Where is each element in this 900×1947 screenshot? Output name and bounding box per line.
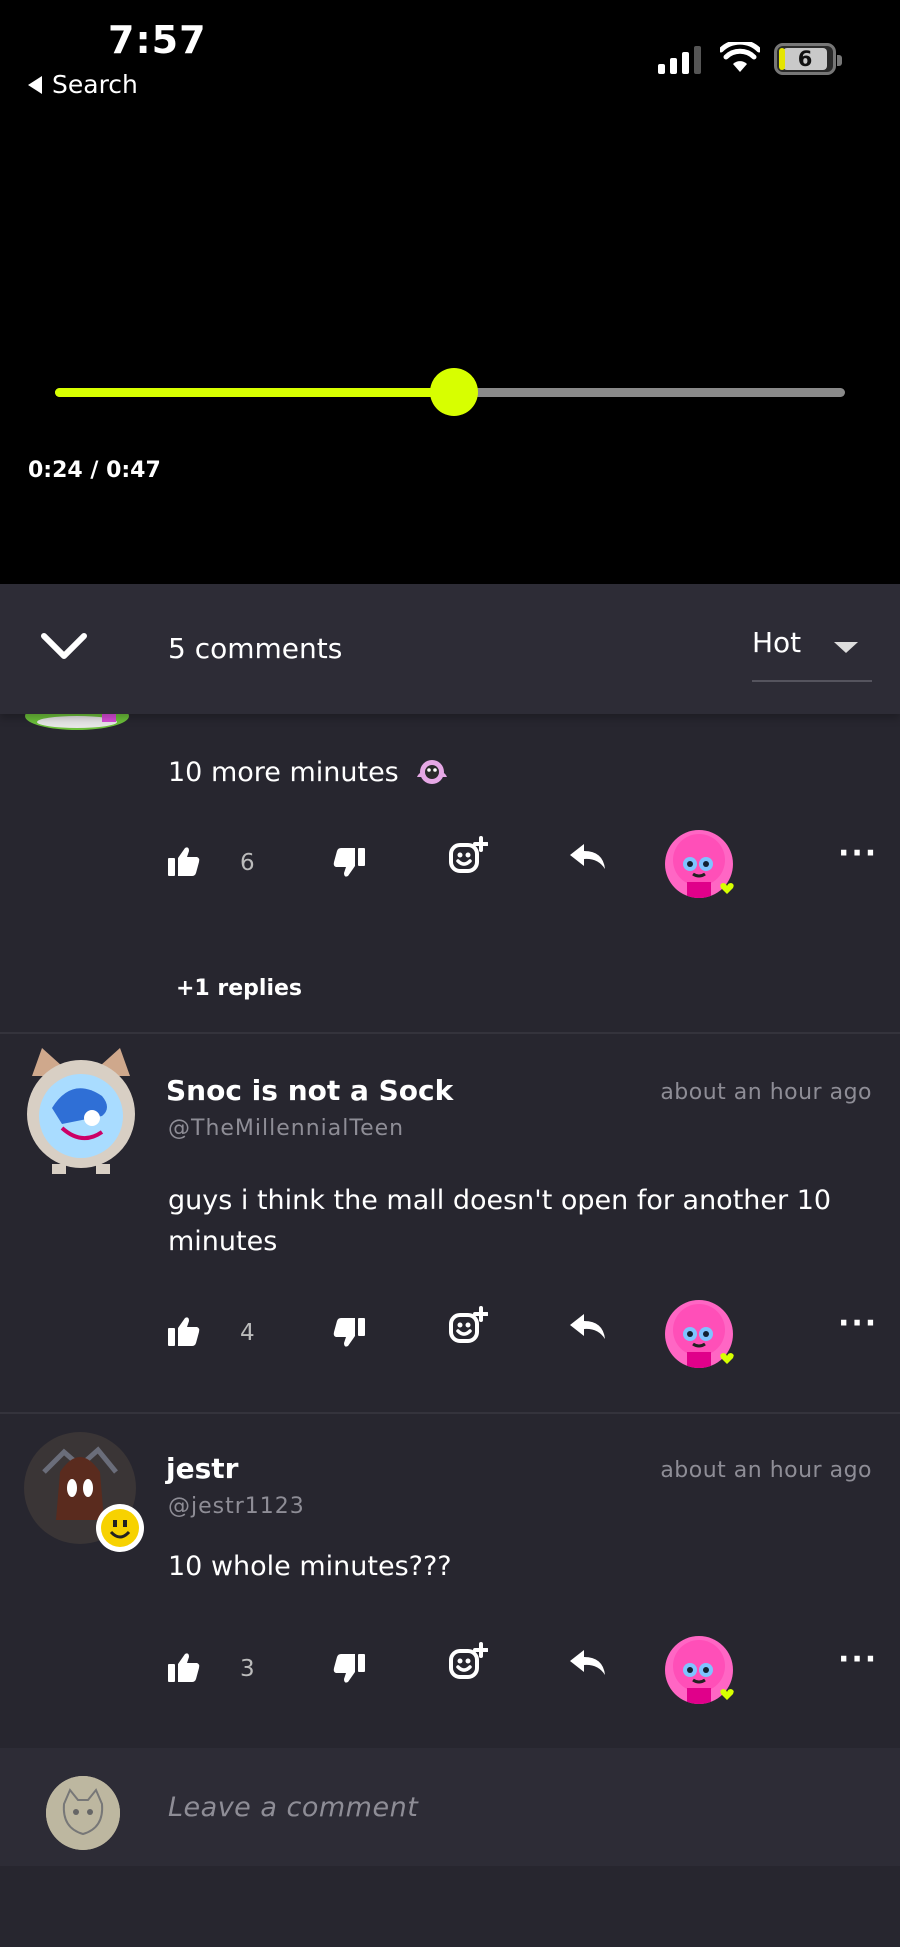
- comment-actions: 4 ···: [0, 1300, 900, 1368]
- comment-handle[interactable]: @TheMillennialTeen: [168, 1116, 404, 1141]
- seek-bar-handle[interactable]: [429, 368, 478, 416]
- heart-icon: [720, 1353, 734, 1364]
- comment-actions: 3 ···: [0, 1636, 900, 1704]
- sort-dropdown[interactable]: Hot: [752, 626, 872, 682]
- heart-icon: [720, 883, 734, 894]
- comment-timestamp: about an hour ago: [660, 1080, 872, 1105]
- add-reaction-icon[interactable]: [448, 1642, 488, 1682]
- comment-text: guys i think the mall doesn't open for a…: [168, 1185, 832, 1257]
- status-bar: 7:57 Search 6: [0, 0, 900, 110]
- thumbs-down-icon[interactable]: [333, 1654, 365, 1684]
- add-reaction-icon[interactable]: [448, 836, 488, 876]
- seek-bar[interactable]: [55, 368, 845, 416]
- comment-timestamp: about an hour ago: [660, 1458, 872, 1483]
- cellular-signal-icon: [658, 46, 701, 74]
- like-count: 4: [240, 1320, 255, 1346]
- view-replies-button[interactable]: +1 replies: [176, 976, 302, 1001]
- ghost-emoji-icon: [417, 760, 448, 784]
- reply-icon[interactable]: [570, 844, 606, 870]
- battery-icon: 6: [774, 43, 842, 75]
- chevron-down-icon[interactable]: [40, 628, 88, 664]
- comment-input[interactable]: Leave a comment: [168, 1792, 418, 1823]
- like-count: 3: [240, 1656, 255, 1682]
- battery-level: 6: [797, 47, 813, 71]
- wifi-icon: [720, 42, 760, 72]
- comment-text: 10 more minutes: [168, 752, 858, 793]
- divider: [0, 1412, 900, 1414]
- back-label: Search: [52, 70, 138, 99]
- thumbs-up-icon[interactable]: [168, 1652, 200, 1682]
- thumbs-down-icon[interactable]: [333, 848, 365, 878]
- avatar[interactable]: [22, 712, 132, 736]
- add-reaction-icon[interactable]: [448, 1306, 488, 1346]
- clock: 7:57: [108, 18, 207, 62]
- more-icon[interactable]: ···: [838, 1642, 878, 1677]
- current-user-avatar: [46, 1776, 120, 1850]
- playback-time: 0:24 / 0:47: [28, 458, 161, 483]
- comment-username[interactable]: Snoc is not a Sock: [166, 1074, 453, 1107]
- thumbs-up-icon[interactable]: [168, 1316, 200, 1346]
- comment-count: 5 comments: [168, 632, 343, 665]
- thumbs-up-icon[interactable]: [168, 846, 200, 876]
- divider: [0, 1032, 900, 1034]
- more-icon[interactable]: ···: [838, 1306, 878, 1341]
- reply-icon[interactable]: [570, 1314, 606, 1340]
- comment-text: 10 whole minutes???: [168, 1551, 452, 1582]
- comment-composer: Leave a comment: [0, 1748, 900, 1866]
- comment-actions: 6 ···: [0, 830, 900, 898]
- thumbs-down-icon[interactable]: [333, 1318, 365, 1348]
- like-count: 6: [240, 850, 255, 876]
- back-arrow-icon: [28, 75, 42, 94]
- avatar[interactable]: [22, 1046, 140, 1174]
- comment-handle[interactable]: @jestr1123: [168, 1494, 305, 1519]
- heart-icon: [720, 1689, 734, 1700]
- comments-header: 5 comments Hot: [0, 584, 900, 714]
- comments-sheet: 5 comments Hot 10 more minutes 6 ··· +1 …: [0, 584, 900, 1947]
- comment-username[interactable]: jestr: [166, 1452, 238, 1485]
- reply-icon[interactable]: [570, 1650, 606, 1676]
- seek-bar-progress: [55, 388, 454, 397]
- avatar[interactable]: [24, 1432, 148, 1554]
- sort-label: Hot: [752, 626, 802, 659]
- more-icon[interactable]: ···: [838, 836, 878, 871]
- caret-down-icon: [834, 642, 858, 653]
- back-to-search-link[interactable]: Search: [28, 70, 138, 99]
- video-player[interactable]: 0:24 / 0:47: [0, 110, 900, 584]
